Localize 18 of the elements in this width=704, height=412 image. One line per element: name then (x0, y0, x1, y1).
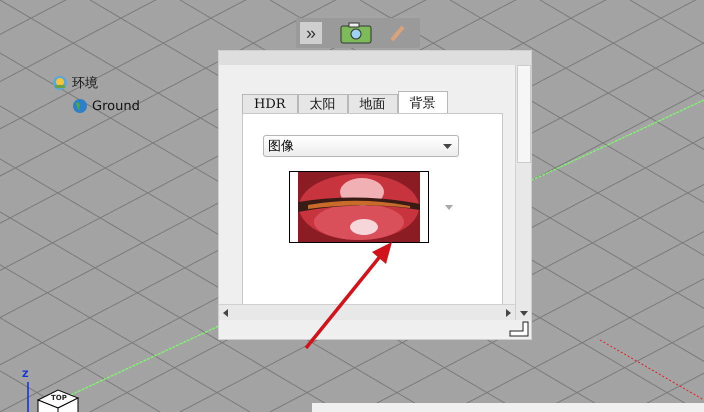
scroll-thumb[interactable] (516, 65, 530, 163)
camera-icon[interactable] (340, 22, 372, 44)
axis-label: Z (22, 370, 29, 380)
resize-grip-icon[interactable] (509, 321, 529, 337)
dropdown-caret-icon (443, 144, 452, 148)
sun-globe-icon (52, 75, 68, 91)
tab[interactable]: 背景 (398, 91, 448, 114)
tab[interactable]: 太阳 (298, 94, 348, 114)
scroll-right-icon[interactable] (506, 308, 511, 316)
tab[interactable]: 地面 (348, 94, 398, 114)
overflow-button[interactable]: » (300, 22, 322, 44)
scroll-down-icon[interactable] (520, 311, 528, 316)
globe-icon (72, 98, 88, 114)
tab[interactable]: HDR (242, 94, 298, 114)
tree-item[interactable]: 环境 (72, 74, 98, 92)
tree-item[interactable]: Ground (92, 98, 140, 114)
background-type-dropdown[interactable]: 图像 (263, 135, 459, 157)
scroll-left-icon[interactable] (223, 308, 228, 316)
